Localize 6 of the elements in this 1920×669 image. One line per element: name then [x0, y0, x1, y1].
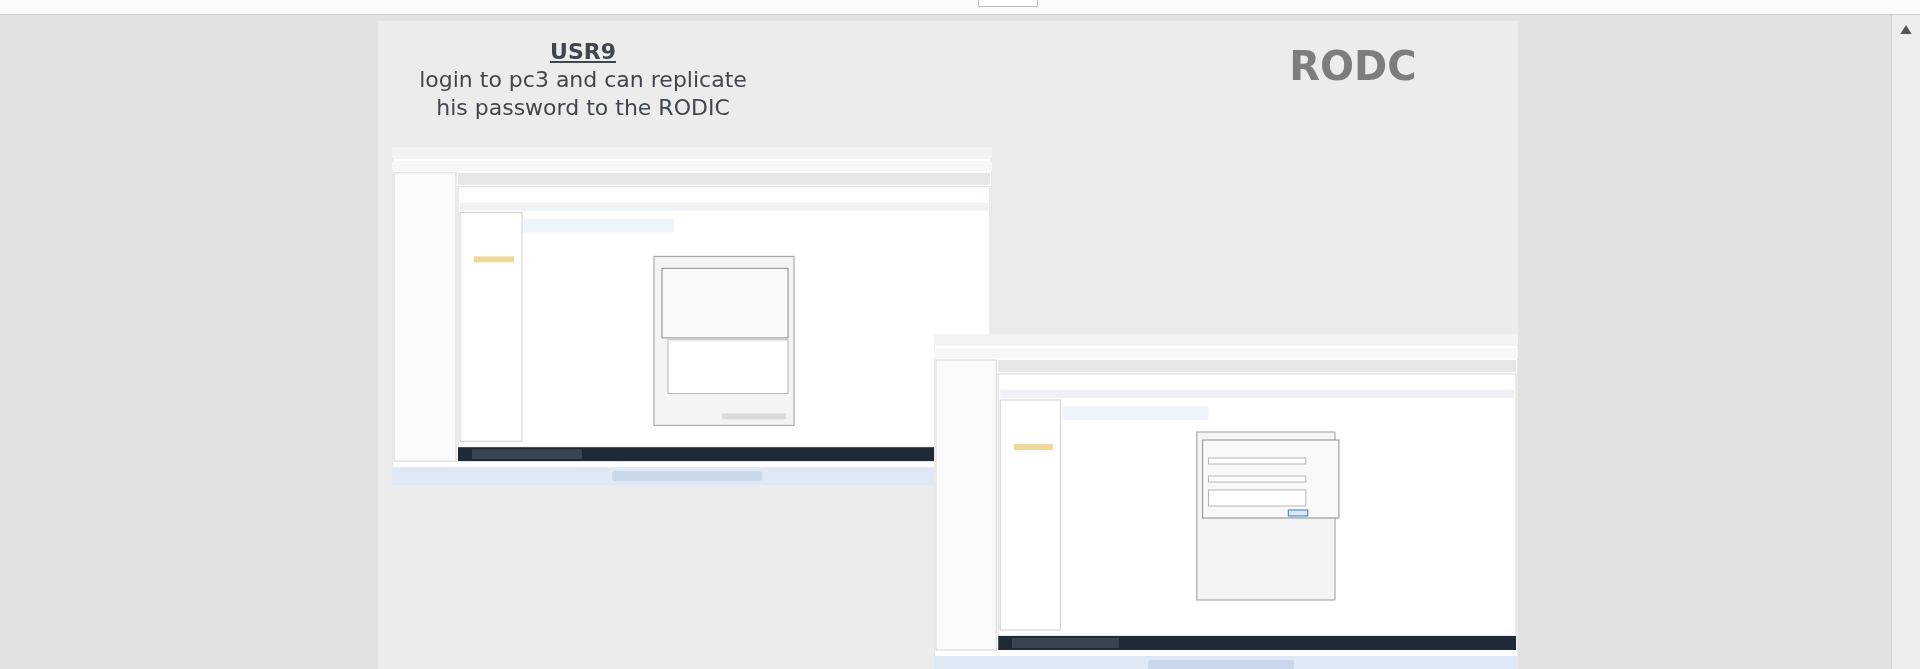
- scroll-up-icon[interactable]: [1900, 25, 1912, 34]
- toolbar-handle[interactable]: [978, 0, 1038, 7]
- slide-heading: RODC: [1288, 43, 1418, 89]
- slide-title: USR9: [550, 39, 616, 64]
- scrollbar[interactable]: [1891, 15, 1920, 669]
- slide-subtitle: login to pc3 and can replicate his password to the RODIC: [418, 66, 748, 122]
